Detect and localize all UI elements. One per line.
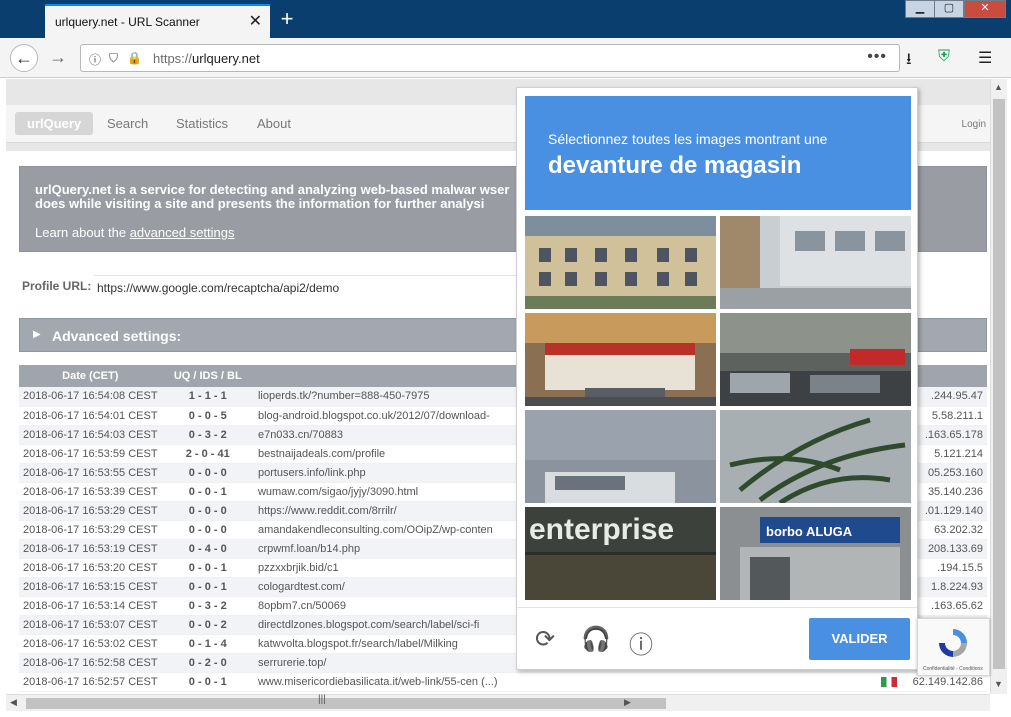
scroll-up-icon[interactable]: ▲ <box>994 82 1003 92</box>
cell-url[interactable]: www.misericordiebasilicata.it/web-link/5… <box>253 672 877 692</box>
cell-counts: 0 - 1 - 4 <box>161 634 254 654</box>
nav-statistics[interactable]: Statistics <box>176 116 228 131</box>
cell-date: 2018-06-17 16:54:03 CEST <box>19 425 162 445</box>
badge-privacy-terms[interactable]: Confidentialité - Conditions <box>923 666 983 672</box>
image-tile-4[interactable] <box>720 313 911 406</box>
scroll-left-icon[interactable]: ◀ <box>10 697 17 708</box>
cell-counts: 2 - 0 - 41 <box>161 444 254 464</box>
image-tile-3[interactable] <box>525 313 716 406</box>
vertical-scroll-thumb[interactable] <box>993 99 1005 669</box>
cell-date: 2018-06-17 16:53:14 CEST <box>19 596 162 616</box>
navigation-toolbar: ← → ⓘ ⛉ 🔒 https://urlquery.net ••• <box>0 38 1011 78</box>
profile-url-label: Profile URL: <box>22 279 92 293</box>
challenge-target: devanture de magasin <box>548 152 802 179</box>
info-icon[interactable]: ⓘ <box>629 625 653 660</box>
cell-counts: 0 - 0 - 0 <box>161 501 254 521</box>
nav-search[interactable]: Search <box>107 116 148 131</box>
info-icon[interactable]: ⓘ <box>89 51 101 68</box>
vertical-scrollbar[interactable]: ▲ ▼ <box>990 79 1007 694</box>
tab-close-icon[interactable]: ✕ <box>249 11 262 31</box>
image-tile-1[interactable] <box>525 216 716 309</box>
tab-title: urlquery.net - URL Scanner <box>55 15 200 29</box>
nav-about[interactable]: About <box>257 116 291 131</box>
active-tab[interactable]: urlquery.net - URL Scanner ✕ <box>45 4 270 38</box>
maximize-button[interactable]: ▢ <box>934 0 964 18</box>
cell-counts: 0 - 4 - 0 <box>161 539 254 559</box>
cell-counts: 0 - 0 - 5 <box>161 406 254 426</box>
image-tile-5[interactable] <box>525 410 716 503</box>
cell-date: 2018-06-17 16:52:57 CEST <box>19 672 162 692</box>
minimize-button[interactable]: ▁ <box>905 0 935 18</box>
new-tab-button[interactable]: + <box>276 4 298 34</box>
challenge-header: Sélectionnez toutes les images montrant … <box>525 96 911 210</box>
cell-counts: 0 - 0 - 0 <box>161 463 254 483</box>
scroll-grip: ||| <box>318 694 326 705</box>
challenge-footer: ⟳ 🎧 ⓘ VALIDER <box>517 607 917 670</box>
window-close-button[interactable]: ✕ <box>964 0 1006 18</box>
advanced-settings-label: Advanced settings: <box>52 328 182 344</box>
cell-date: 2018-06-17 16:53:39 CEST <box>19 482 162 502</box>
learn-more: Learn about the advanced settings <box>35 225 235 240</box>
header-uq-ids-bl: UQ / IDS / BL <box>161 365 254 387</box>
headphones-icon[interactable]: 🎧 <box>581 625 611 654</box>
tile-sign-text: enterprise <box>529 513 674 546</box>
cell-counts: 0 - 0 - 1 <box>161 558 254 578</box>
cell-counts: 0 - 2 - 0 <box>161 653 254 673</box>
cell-date: 2018-06-17 16:54:01 CEST <box>19 406 162 426</box>
cell-counts: 0 - 0 - 0 <box>161 520 254 540</box>
image-tile-2[interactable] <box>720 216 911 309</box>
recaptcha-challenge: Sélectionnez toutes les images montrant … <box>516 87 918 670</box>
table-row[interactable]: 2018-06-17 16:52:57 CEST 0 - 0 - 1 www.mis… <box>19 672 987 692</box>
page-actions-icon[interactable]: ••• <box>867 48 887 66</box>
cell-counts: 0 - 3 - 2 <box>161 596 254 616</box>
cell-date: 2018-06-17 16:53:20 CEST <box>19 558 162 578</box>
image-tile-6[interactable] <box>720 410 911 503</box>
url-text[interactable]: https://urlquery.net <box>153 51 260 66</box>
cell-date: 2018-06-17 16:53:29 CEST <box>19 501 162 521</box>
horizontal-scrollbar[interactable]: ◀ ||| ▶ <box>6 694 990 711</box>
cell-counts: 0 - 0 - 1 <box>161 672 254 692</box>
image-tile-8[interactable]: borbo ALUGA <box>720 507 911 600</box>
caret-right-icon: ▶ <box>33 329 41 340</box>
forward-icon[interactable]: → <box>44 44 72 72</box>
image-tile-7[interactable]: enterprise <box>525 507 716 600</box>
lock-icon[interactable]: 🔒 <box>127 51 142 65</box>
cell-counts: 1 - 1 - 1 <box>161 387 254 407</box>
cell-date: 2018-06-17 16:53:55 CEST <box>19 463 162 483</box>
scroll-down-icon[interactable]: ▼ <box>994 679 1003 689</box>
tile-sign-text: borbo ALUGA <box>766 524 853 539</box>
nav-urlquery[interactable]: urlQuery <box>15 112 94 135</box>
challenge-instruction: Sélectionnez toutes les images montrant … <box>548 131 828 147</box>
cell-date: 2018-06-17 16:53:29 CEST <box>19 520 162 540</box>
menu-icon[interactable]: ☰ <box>978 48 992 68</box>
country-flag-icon <box>880 676 897 687</box>
horizontal-scroll-thumb[interactable] <box>26 698 666 709</box>
recaptcha-logo-icon <box>939 629 967 657</box>
scroll-right-icon[interactable]: ▶ <box>624 697 631 708</box>
header-date: Date (CET) <box>19 365 162 387</box>
shield-icon[interactable]: ⛉ <box>109 51 118 66</box>
cell-date: 2018-06-17 16:53:19 CEST <box>19 539 162 559</box>
download-icon[interactable]: ⭳ <box>906 48 912 75</box>
back-icon[interactable]: ← <box>10 44 38 72</box>
cell-date: 2018-06-17 16:53:59 CEST <box>19 444 162 464</box>
tab-bar: urlquery.net - URL Scanner ✕ + ▁ ▢ ✕ <box>0 0 1011 38</box>
login-link[interactable]: Login <box>962 119 986 130</box>
cell-date: 2018-06-17 16:53:02 CEST <box>19 634 162 654</box>
cell-counts: 0 - 3 - 2 <box>161 425 254 445</box>
recaptcha-badge[interactable]: Confidentialité - Conditions <box>917 618 990 676</box>
cell-counts: 0 - 0 - 1 <box>161 482 254 502</box>
cell-date: 2018-06-17 16:52:58 CEST <box>19 653 162 673</box>
verify-button[interactable]: VALIDER <box>809 618 910 660</box>
cell-date: 2018-06-17 16:53:15 CEST <box>19 577 162 597</box>
advanced-settings-link[interactable]: advanced settings <box>130 225 235 240</box>
address-bar[interactable]: ⓘ ⛉ 🔒 https://urlquery.net ••• <box>80 44 900 72</box>
cell-counts: 0 - 0 - 2 <box>161 615 254 635</box>
cell-date: 2018-06-17 16:53:07 CEST <box>19 615 162 635</box>
cell-date: 2018-06-17 16:54:08 CEST <box>19 387 162 407</box>
reload-icon[interactable]: ⟳ <box>535 625 555 654</box>
extension-shield-icon[interactable]: ⛨ <box>938 48 950 66</box>
cell-counts: 0 - 0 - 1 <box>161 577 254 597</box>
